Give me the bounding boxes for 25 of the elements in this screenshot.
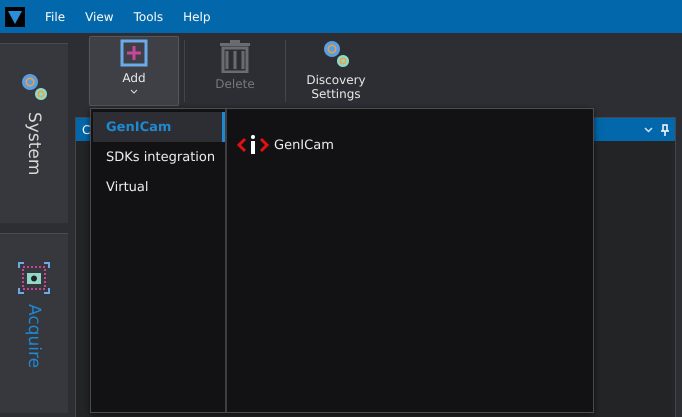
trash-icon xyxy=(218,39,252,73)
side-tab[interactable]: System xyxy=(0,43,68,223)
source-item[interactable]: GenICam xyxy=(237,134,583,156)
category-item[interactable]: SDKs integration xyxy=(93,142,225,172)
gears-icon xyxy=(322,39,350,69)
menu-item[interactable]: Tools xyxy=(124,10,174,24)
toolbar-button[interactable]: Add xyxy=(89,36,179,106)
side-tab-label: System xyxy=(24,112,44,176)
side-tab[interactable]: Acquire xyxy=(0,233,68,413)
menu-item[interactable]: Help xyxy=(173,10,220,24)
pin-icon[interactable] xyxy=(661,124,669,136)
caret-icon xyxy=(130,89,138,94)
category-item[interactable]: GenICam xyxy=(93,112,225,142)
genicam-logo-icon xyxy=(237,134,269,156)
panel-title: C xyxy=(82,122,90,136)
category-item[interactable]: Virtual xyxy=(93,172,225,202)
add-icon xyxy=(120,39,148,67)
chevron-icon[interactable] xyxy=(644,126,653,132)
menu-item[interactable]: View xyxy=(75,10,124,24)
menu-item[interactable]: File xyxy=(35,10,76,24)
gears-icon xyxy=(20,72,48,102)
toolbar-button[interactable]: Discovery Settings xyxy=(291,36,381,106)
side-tab-label: Acquire xyxy=(24,304,44,368)
camera-icon xyxy=(18,262,50,294)
app-logo-icon xyxy=(5,6,25,26)
